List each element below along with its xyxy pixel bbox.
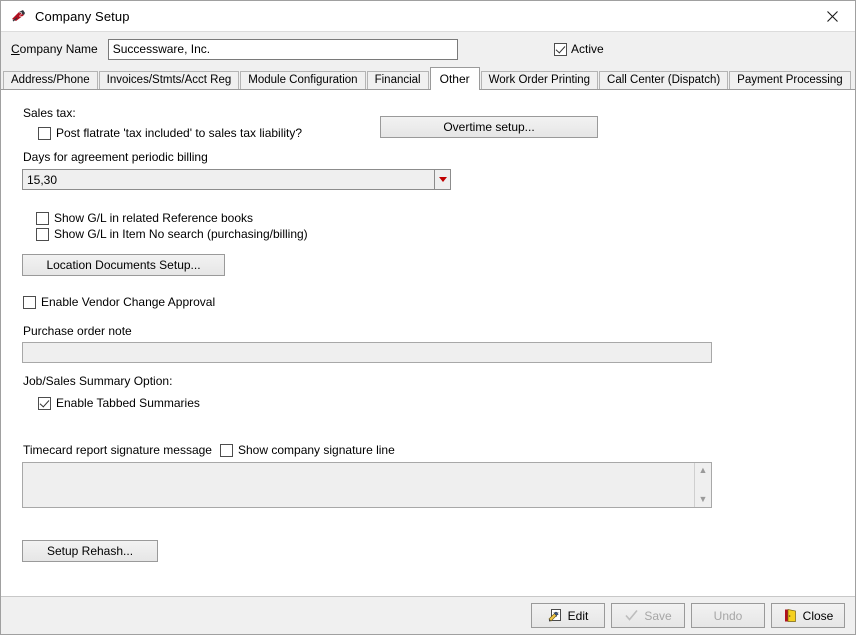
timecard-signature-label: Timecard report signature message <box>23 443 212 457</box>
company-setup-icon: 2 <box>10 8 27 25</box>
timecard-label-row: Timecard report signature message <box>23 443 212 457</box>
tab-label: Financial <box>374 74 421 87</box>
exit-door-icon <box>783 608 798 623</box>
purchase-order-note-label: Purchase order note <box>23 324 132 338</box>
tab-label: Call Center (Dispatch) <box>607 74 721 87</box>
scroll-down-icon[interactable]: ▼ <box>699 495 708 504</box>
checkmark-icon <box>624 608 639 623</box>
show-gl-reference-label: Show G/L in related Reference books <box>54 211 254 225</box>
post-flatrate-checkbox-box <box>38 126 51 140</box>
sales-tax-section-label-row: Sales tax: <box>23 106 76 120</box>
tab-other[interactable]: Other <box>429 67 480 90</box>
post-flatrate-label: Post flatrate 'tax included' to sales ta… <box>56 126 303 140</box>
undo-button-label: Undo <box>713 608 743 623</box>
company-name-input[interactable] <box>107 38 458 60</box>
active-checkbox-label: Active <box>571 42 604 56</box>
tab-label: Invoices/Stmts/Acct Reg <box>106 74 232 87</box>
location-documents-setup-button[interactable]: Location Documents Setup... <box>22 254 225 276</box>
chevron-down-icon <box>438 177 447 182</box>
close-button[interactable]: Close <box>771 603 845 628</box>
vendor-change-approval-label: Enable Vendor Change Approval <box>41 295 216 309</box>
tab-label: Module Configuration <box>248 74 358 87</box>
show-gl-item-checkbox[interactable]: Show G/L in Item No search (purchasing/b… <box>36 227 308 241</box>
tab-label: Address/Phone <box>11 74 90 87</box>
window-close-button[interactable] <box>810 1 855 31</box>
setup-rehash-button[interactable]: Setup Rehash... <box>22 540 158 562</box>
timecard-message-scrollbar[interactable]: ▲ ▼ <box>694 463 711 507</box>
post-flatrate-checkbox[interactable]: Post flatrate 'tax included' to sales ta… <box>38 126 302 140</box>
window-title: Company Setup <box>35 8 130 24</box>
show-gl-item-label: Show G/L in Item No search (purchasing/b… <box>54 227 308 241</box>
vendor-change-approval-checkbox[interactable]: Enable Vendor Change Approval <box>23 295 215 309</box>
days-billing-combobox[interactable]: 15,30 <box>22 169 451 190</box>
tab-work-order-printing[interactable]: Work Order Printing <box>480 71 599 90</box>
tab-module-configuration[interactable]: Module Configuration <box>240 71 366 90</box>
tab-financial[interactable]: Financial <box>366 71 429 90</box>
edit-button[interactable]: Edit <box>531 603 605 628</box>
title-bar: 2 Company Setup <box>1 1 855 32</box>
tab-invoices-stmts[interactable]: Invoices/Stmts/Acct Reg <box>98 71 240 90</box>
show-signature-line-checkbox[interactable]: Show company signature line <box>220 443 395 457</box>
overtime-setup-button[interactable]: Overtime setup... <box>380 116 598 138</box>
show-gl-reference-checkbox[interactable]: Show G/L in related Reference books <box>36 211 253 225</box>
tab-label: Work Order Printing <box>488 74 591 87</box>
location-documents-setup-label: Location Documents Setup... <box>46 258 201 272</box>
active-checkbox[interactable]: Active <box>554 42 604 56</box>
setup-rehash-label: Setup Rehash... <box>46 544 134 558</box>
show-signature-line-label: Show company signature line <box>238 443 395 457</box>
timecard-message-value[interactable] <box>23 463 694 507</box>
tab-strip: Address/Phone Invoices/Stmts/Acct Reg Mo… <box>1 66 855 90</box>
job-sales-summary-label: Job/Sales Summary Option: <box>23 374 173 388</box>
edit-document-icon <box>548 608 563 623</box>
tabbed-summaries-checkbox[interactable]: Enable Tabbed Summaries <box>38 396 200 410</box>
save-button-label: Save <box>644 608 672 623</box>
action-button-bar: Edit Save Undo Close <box>1 596 855 634</box>
job-sales-summary-label-row: Job/Sales Summary Option: <box>23 374 172 388</box>
vendor-change-approval-checkbox-box <box>23 295 36 309</box>
tabbed-summaries-label: Enable Tabbed Summaries <box>56 396 200 410</box>
show-gl-item-checkbox-box <box>36 227 49 241</box>
days-billing-label: Days for agreement periodic billing <box>23 150 208 164</box>
other-tab-panel: Sales tax: Post flatrate 'tax included' … <box>1 89 855 596</box>
save-button[interactable]: Save <box>611 603 685 628</box>
close-button-label: Close <box>802 608 834 623</box>
edit-button-label: Edit <box>567 608 589 623</box>
purchase-order-note-label-row: Purchase order note <box>23 324 132 338</box>
timecard-message-textarea[interactable]: ▲ ▼ <box>22 462 712 508</box>
sales-tax-label: Sales tax: <box>23 106 76 120</box>
days-billing-dropdown-button[interactable] <box>434 169 451 190</box>
scroll-up-icon[interactable]: ▲ <box>699 466 708 475</box>
tab-call-center[interactable]: Call Center (Dispatch) <box>599 71 729 90</box>
show-signature-line-checkbox-box <box>220 443 233 457</box>
company-name-label: Company Name <box>11 42 98 56</box>
tab-payment-processing[interactable]: Payment Processing <box>729 71 851 90</box>
company-header: Company Name Active <box>1 32 855 66</box>
days-billing-label-row: Days for agreement periodic billing <box>23 150 208 164</box>
days-billing-value[interactable]: 15,30 <box>22 169 434 190</box>
active-checkbox-box <box>554 42 567 56</box>
tabbed-summaries-checkbox-box <box>38 396 51 410</box>
tab-label: Other <box>439 72 470 86</box>
overtime-setup-label: Overtime setup... <box>443 120 535 134</box>
undo-button[interactable]: Undo <box>691 603 765 628</box>
close-icon <box>827 10 838 22</box>
show-gl-reference-checkbox-box <box>36 211 49 225</box>
tab-address-phone[interactable]: Address/Phone <box>3 71 98 90</box>
company-setup-window: 2 Company Setup Company Name Active Addr… <box>0 0 856 635</box>
tab-label: Payment Processing <box>737 74 843 87</box>
purchase-order-note-input[interactable] <box>22 342 712 363</box>
